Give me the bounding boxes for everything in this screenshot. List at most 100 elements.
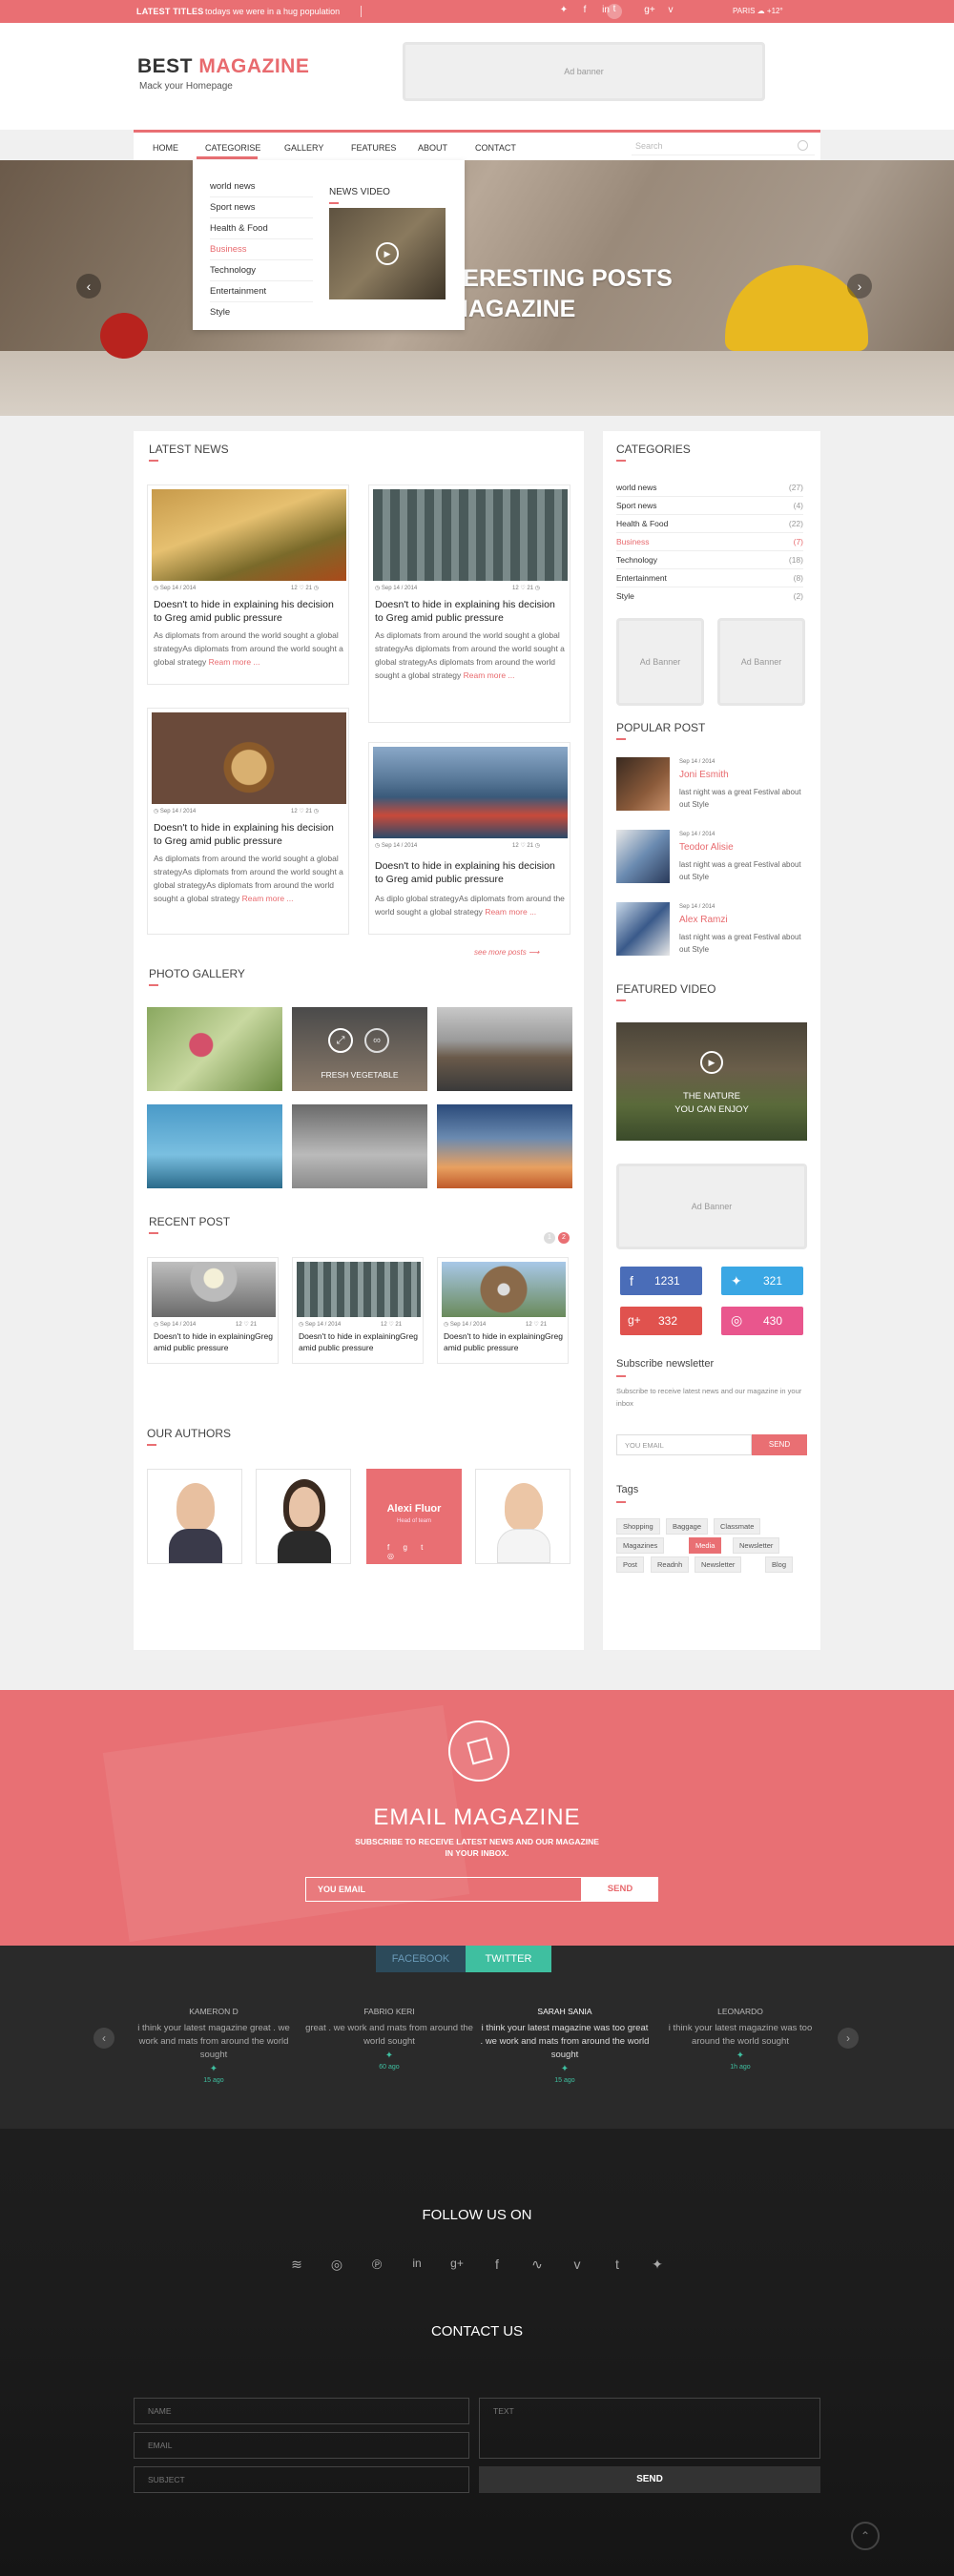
site-logo[interactable]: BEST MAGAZINE [137,55,309,78]
news-title[interactable]: Doesn't to hide in explaining his decisi… [375,859,566,886]
category-item-active[interactable]: Business (7) [616,537,803,551]
news-card[interactable]: ◷ Sep 14 / 2014 12 ♡ 21 ◷ Doesn't to hid… [147,708,349,935]
dropdown-item[interactable]: Style [210,307,313,322]
tumblr-icon[interactable]: t [607,4,622,19]
play-icon[interactable]: ▶ [376,242,399,265]
hero-next-arrow[interactable]: › [847,274,872,299]
recent-card[interactable]: ◷ Sep 14 / 2014 12 ♡ 21 Doesn't to hide … [147,1257,279,1364]
news-image[interactable] [152,489,346,581]
nav-contact[interactable]: CONTACT [475,143,516,153]
category-item[interactable]: Style (2) [616,591,803,605]
news-title[interactable]: Doesn't to hide in explaining his decisi… [375,598,566,625]
category-item[interactable]: Entertainment (8) [616,573,803,587]
dropdown-item[interactable]: Sport news [210,202,313,218]
tag[interactable]: Baggage [666,1518,709,1535]
news-image[interactable] [373,747,568,838]
dribbble-icon[interactable]: ◎ [324,2257,349,2273]
news-ticker[interactable]: todays we were in a hug population [205,7,340,16]
contact-email-input[interactable]: EMAIL [134,2432,469,2459]
category-item[interactable]: Sport news (4) [616,501,803,515]
dropdown-item[interactable]: Entertainment [210,286,313,302]
vimeo-icon[interactable]: v [565,2257,590,2272]
header-ad-banner[interactable]: Ad banner [403,42,765,101]
nav-categorise[interactable]: CATEGORISE [205,143,260,153]
news-title[interactable]: Doesn't to hide in explaining his decisi… [154,598,344,625]
gallery-image[interactable] [147,1007,282,1091]
popular-post-item[interactable]: Sep 14 / 2014 Joni Esmith last night was… [603,757,820,814]
play-icon[interactable]: ▶ [700,1051,723,1074]
tag[interactable]: Post [616,1556,645,1573]
gallery-image[interactable] [292,1104,427,1188]
contact-subject-input[interactable]: SUBJECT [134,2466,469,2493]
author-card[interactable] [475,1469,570,1564]
contact-message-textarea[interactable]: TEXT [479,2398,820,2459]
recent-image[interactable] [442,1262,566,1317]
read-more-link[interactable]: Ream more ... [464,670,515,680]
author-card-featured[interactable]: Alexi Fluor Head of team f g t ◎ [366,1469,462,1564]
author-card[interactable] [256,1469,351,1564]
category-item[interactable]: world news (27) [616,483,803,497]
expand-icon[interactable]: ⤢ [328,1028,353,1053]
google-plus-icon[interactable]: g+ [643,5,656,15]
back-to-top-button[interactable]: ⌃ [851,2522,880,2550]
sidebar-ad-banner-wide[interactable]: Ad Banner [616,1164,807,1249]
nav-about[interactable]: ABOUT [418,143,447,153]
gallery-image-hover[interactable]: ⤢ ∞ FRESH VEGETABLE [292,1007,427,1091]
sidebar-ad-banner[interactable]: Ad Banner [717,618,805,706]
popular-post-name[interactable]: Alex Ramzi [679,915,728,925]
see-more-link[interactable]: see more posts ⟶ [474,948,539,957]
sidebar-email-input[interactable]: YOU EMAIL [616,1434,752,1455]
recent-card[interactable]: ◷ Sep 14 / 2014 12 ♡ 21 Doesn't to hide … [292,1257,424,1364]
gallery-image[interactable] [437,1104,572,1188]
author-card[interactable] [147,1469,242,1564]
popular-post-image[interactable] [616,757,670,811]
facebook-counter[interactable]: f 1231 [620,1267,702,1295]
dribbble-counter[interactable]: ◎ 430 [721,1307,803,1335]
search-input[interactable]: Search [632,138,815,155]
contact-send-button[interactable]: SEND [479,2466,820,2493]
rss-icon[interactable]: ≋ [284,2257,309,2273]
email-send-button[interactable]: SEND [582,1877,658,1902]
dropdown-item[interactable]: Technology [210,265,313,281]
contact-name-input[interactable]: NAME [134,2398,469,2424]
tag[interactable]: Readnh [651,1556,690,1573]
popular-post-name[interactable]: Teodor Alisie [679,842,734,853]
gallery-image[interactable] [437,1007,572,1091]
tag[interactable]: Magazines [616,1537,665,1554]
testimonials-next-arrow[interactable]: › [838,2028,859,2049]
dropdown-item[interactable]: Health & Food [210,223,313,239]
news-title[interactable]: Doesn't to hide in explaining his decisi… [154,821,344,848]
nav-gallery[interactable]: GALLERY [284,143,323,153]
recent-post-title[interactable]: Doesn't to hide in explainingGreg amid p… [154,1330,276,1353]
popular-post-image[interactable] [616,902,670,956]
popular-post-item[interactable]: Sep 14 / 2014 Teodor Alisie last night w… [603,830,820,887]
news-card[interactable]: ◷ Sep 14 / 2014 12 ♡ 21 ◷ Doesn't to hid… [147,484,349,685]
category-item[interactable]: Technology (18) [616,555,803,569]
tumblr-icon[interactable]: t [605,2257,630,2272]
nav-home[interactable]: HOME [153,143,178,153]
stumbleupon-icon[interactable]: ∿ [525,2257,550,2273]
pager-next[interactable]: 2 [558,1232,570,1244]
sidebar-send-button[interactable]: SEND [752,1434,807,1455]
news-video-thumbnail[interactable]: ▶ [329,208,446,299]
news-image[interactable] [152,712,346,804]
tag[interactable]: Classmate [714,1518,761,1535]
recent-post-title[interactable]: Doesn't to hide in explainingGreg amid p… [444,1330,566,1353]
twitter-icon[interactable]: ✦ [645,2257,670,2273]
dropdown-item-active[interactable]: Business [210,244,313,260]
popular-post-item[interactable]: Sep 14 / 2014 Alex Ramzi last night was … [603,902,820,959]
dropdown-item[interactable]: world news [210,181,313,197]
sidebar-ad-banner[interactable]: Ad Banner [616,618,704,706]
read-more-link[interactable]: Ream more ... [485,907,536,917]
pinterest-icon[interactable]: ℗ [364,2257,389,2272]
search-icon[interactable] [798,140,808,151]
linkedin-icon[interactable]: in [404,2257,429,2270]
featured-video-player[interactable]: ▶ THE NATURE YOU CAN ENJOY [616,1022,807,1141]
recent-image[interactable] [152,1262,276,1317]
recent-image[interactable] [297,1262,421,1317]
pager-prev[interactable]: 1 [544,1232,555,1244]
hero-prev-arrow[interactable]: ‹ [76,274,101,299]
news-card[interactable]: ◷ Sep 14 / 2014 12 ♡ 21 ◷ Doesn't to hid… [368,742,570,935]
popular-post-image[interactable] [616,830,670,883]
facebook-icon[interactable]: f [578,5,591,15]
